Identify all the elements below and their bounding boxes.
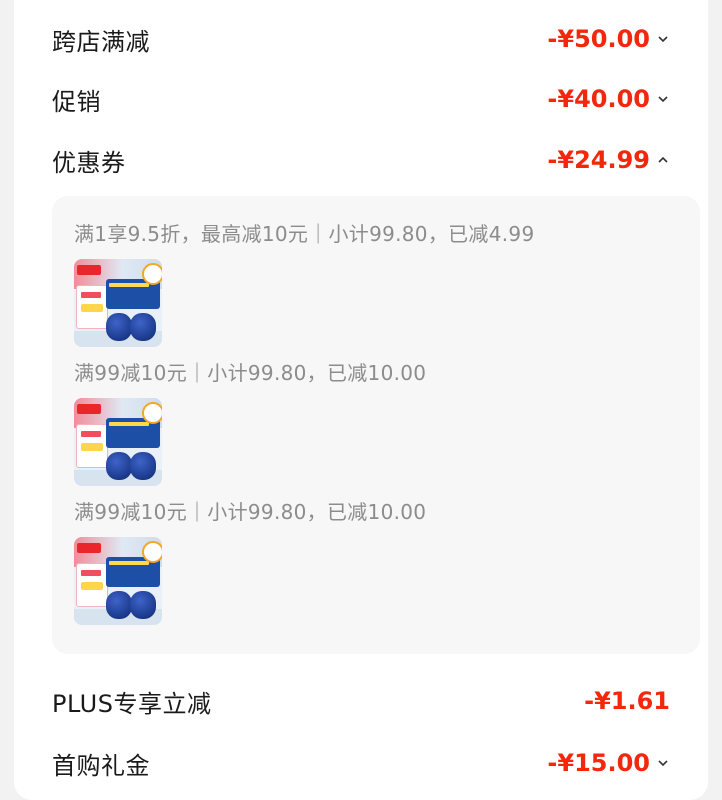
coupon-detail-panel: 满1享9.5折，最高减10元｜小计99.80，已减4.99 满99减10元｜小计… [52, 196, 700, 654]
row-label: 促销 [52, 87, 101, 116]
discount-amount: -¥40.00 [547, 85, 650, 113]
discount-amount: -¥50.00 [547, 25, 650, 53]
row-value: -¥24.99 [547, 146, 670, 174]
plus-discount-row: PLUS专享立减 -¥1.61 [52, 680, 670, 722]
row-value: -¥50.00 [547, 25, 670, 53]
coupon-rule-text: 满99减10元｜小计99.80，已减10.00 [74, 361, 427, 385]
discount-detail-card: 跨店满减 -¥50.00 促销 -¥40.00 优惠券 -¥24.99 满1享9… [14, 0, 708, 800]
row-value: -¥1.61 [584, 687, 670, 715]
product-thumbnail[interactable] [74, 398, 162, 486]
chevron-down-icon[interactable] [656, 92, 670, 106]
product-thumbnail[interactable] [74, 259, 162, 347]
coupon-rule-text: 满99减10元｜小计99.80，已减10.00 [74, 500, 427, 524]
cross-store-discount-row[interactable]: 跨店满减 -¥50.00 [52, 18, 670, 60]
discount-amount: -¥15.00 [547, 749, 650, 777]
coupon-row[interactable]: 优惠券 -¥24.99 [52, 139, 670, 181]
row-label: PLUS专享立减 [52, 689, 212, 718]
coupon-rule-text: 满1享9.5折，最高减10元｜小计99.80，已减4.99 [74, 222, 535, 246]
row-label: 跨店满减 [52, 27, 150, 56]
row-value: -¥40.00 [547, 85, 670, 113]
row-value: -¥15.00 [547, 749, 670, 777]
promotion-row[interactable]: 促销 -¥40.00 [52, 78, 670, 120]
product-thumbnail[interactable] [74, 537, 162, 625]
chevron-down-icon[interactable] [656, 32, 670, 46]
chevron-up-icon[interactable] [656, 153, 670, 167]
discount-amount: -¥24.99 [547, 146, 650, 174]
chevron-down-icon[interactable] [656, 756, 670, 770]
row-label: 优惠券 [52, 148, 126, 177]
discount-amount: -¥1.61 [584, 687, 670, 715]
row-label: 首购礼金 [52, 751, 150, 780]
first-purchase-gift-row[interactable]: 首购礼金 -¥15.00 [52, 742, 670, 784]
